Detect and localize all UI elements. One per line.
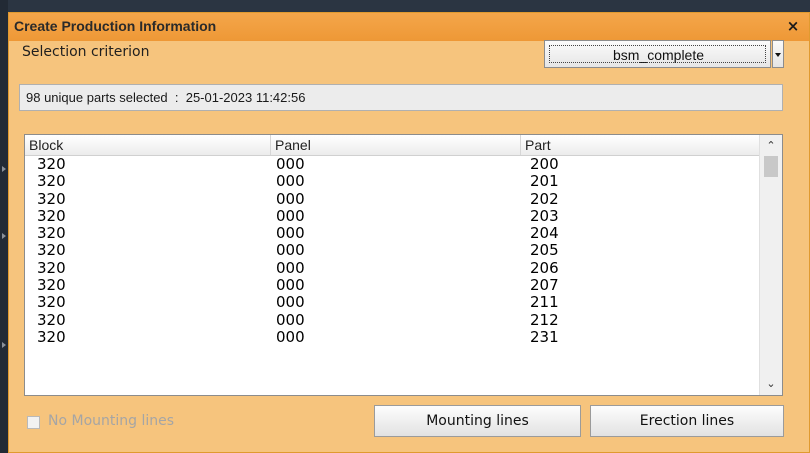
arrow-icon: [2, 166, 6, 172]
column-header-block[interactable]: Block: [25, 135, 271, 155]
table-cell-part: 231: [530, 327, 559, 346]
list-header: Block Panel Part: [25, 135, 759, 156]
table-row[interactable]: 320 000 205: [25, 242, 759, 259]
arrow-icon: [2, 342, 6, 348]
table-cell-part: 203: [530, 206, 559, 225]
table-cell-part: 202: [530, 189, 559, 208]
scroll-thumb[interactable]: [764, 156, 778, 177]
table-cell-block: 320: [37, 206, 66, 225]
column-header-part[interactable]: Part: [521, 135, 759, 155]
table-cell-block: 320: [37, 189, 66, 208]
table-cell-panel: 000: [276, 310, 305, 329]
chevron-down-icon[interactable]: [772, 40, 784, 68]
arrow-icon: [2, 233, 6, 239]
table-row[interactable]: 320 000 211: [25, 294, 759, 311]
close-icon[interactable]: ×: [785, 18, 801, 34]
list-rows: 320 000 200 320 000 201 320 000 202 320 000 203 320 0…: [25, 156, 759, 346]
table-cell-part: 204: [530, 224, 559, 243]
dropdown-value: bsm_complete: [612, 47, 705, 63]
mounting-lines-button[interactable]: Mounting lines: [374, 405, 581, 437]
table-cell-block: 320: [37, 172, 66, 191]
table-cell-block: 320: [37, 241, 66, 260]
table-cell-panel: 000: [276, 293, 305, 312]
table-row[interactable]: 320 000 202: [25, 189, 759, 208]
table-row[interactable]: 320 000 204: [25, 225, 759, 242]
scroll-up-icon[interactable]: ⌃: [763, 137, 779, 155]
table-cell-panel: 000: [276, 241, 305, 260]
table-cell-part: 205: [530, 241, 559, 260]
table-cell-block: 320: [37, 327, 66, 346]
table-row[interactable]: 320 000 212: [25, 310, 759, 329]
table-row[interactable]: 320 000 203: [25, 206, 759, 225]
table-row[interactable]: 320 000 200: [25, 156, 759, 173]
no-mounting-label: No Mounting lines: [48, 413, 175, 429]
table-cell-block: 320: [37, 310, 66, 329]
title-bar[interactable]: Create Production Information ×: [9, 13, 809, 41]
dropdown-button[interactable]: bsm_complete: [544, 40, 771, 68]
table-cell-block: 320: [37, 224, 66, 243]
table-row[interactable]: 320 000 207: [25, 277, 759, 294]
table-cell-panel: 000: [276, 172, 305, 191]
table-cell-block: 320: [37, 293, 66, 312]
status-text: 98 unique parts selected : 25-01-2023 11…: [26, 90, 306, 105]
table-cell-panel: 000: [276, 155, 305, 173]
table-cell-part: 201: [530, 172, 559, 191]
background-strip: [0, 0, 8, 453]
table-cell-part: 211: [530, 293, 559, 312]
table-cell-part: 200: [530, 155, 559, 173]
table-row[interactable]: 320 000 231: [25, 327, 759, 346]
table-cell-block: 320: [37, 155, 66, 173]
no-mounting-checkbox[interactable]: [27, 416, 40, 429]
table-cell-part: 212: [530, 310, 559, 329]
selection-criterion-dropdown[interactable]: bsm_complete: [544, 40, 784, 68]
vertical-scrollbar[interactable]: ⌃ ⌄: [759, 135, 782, 395]
table-cell-part: 207: [530, 276, 559, 295]
status-field: 98 unique parts selected : 25-01-2023 11…: [19, 84, 783, 111]
parts-list[interactable]: Block Panel Part 320 000 200 320 000 201 320 00…: [24, 134, 783, 396]
table-row[interactable]: 320 000 206: [25, 258, 759, 277]
scroll-down-icon[interactable]: ⌄: [763, 375, 779, 393]
table-cell-block: 320: [37, 276, 66, 295]
column-header-panel[interactable]: Panel: [271, 135, 521, 155]
table-cell-panel: 000: [276, 276, 305, 295]
table-cell-panel: 000: [276, 327, 305, 346]
selection-criterion-label: Selection criterion: [22, 44, 150, 60]
dialog-title: Create Production Information: [14, 18, 217, 34]
table-cell-part: 206: [530, 258, 559, 277]
table-cell-panel: 000: [276, 224, 305, 243]
table-cell-panel: 000: [276, 258, 305, 277]
table-cell-block: 320: [37, 258, 66, 277]
table-row[interactable]: 320 000 201: [25, 173, 759, 190]
table-cell-panel: 000: [276, 189, 305, 208]
erection-lines-button[interactable]: Erection lines: [590, 405, 784, 437]
table-cell-panel: 000: [276, 206, 305, 225]
